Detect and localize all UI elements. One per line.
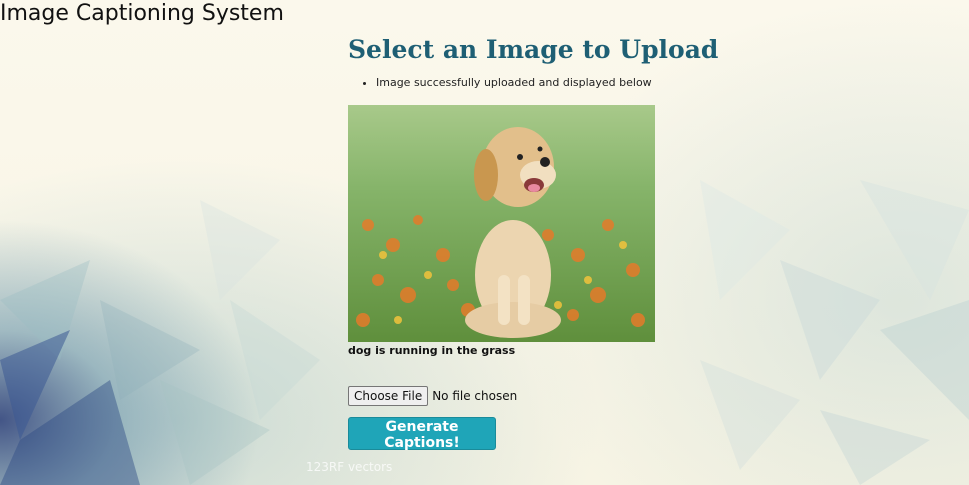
- upload-panel: Select an Image to Upload Image successf…: [348, 32, 719, 451]
- dog-photo: [348, 105, 655, 342]
- generate-captions-button[interactable]: Generate Captions!: [348, 417, 496, 451]
- file-input[interactable]: Choose File No file chosen: [348, 386, 517, 406]
- app-title: Image Captioning System: [0, 1, 284, 26]
- generated-caption: dog is running in the grass: [348, 344, 516, 357]
- file-status-text: No file chosen: [432, 389, 518, 403]
- watermark: 123RF vectors: [306, 460, 393, 474]
- page-title: Select an Image to Upload: [348, 35, 719, 64]
- choose-file-button[interactable]: Choose File: [348, 386, 429, 406]
- status-message-list: Image successfully uploaded and displaye…: [348, 76, 678, 90]
- uploaded-image-preview: [348, 105, 655, 342]
- status-message: Image successfully uploaded and displaye…: [376, 76, 678, 90]
